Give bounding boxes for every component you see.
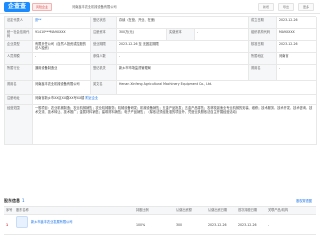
info-row: 注册地址 河南省新乡市XX区XX路XX号XX楼 附近企业	[5, 95, 317, 105]
label-industry: 所属行业	[5, 65, 33, 81]
shareholders-count: 1	[22, 198, 25, 203]
value-approved: 2023-12-26	[277, 41, 317, 53]
label-status: 登记状态	[91, 17, 117, 29]
label-paid-capital: 实缴资本	[167, 29, 195, 41]
value-credit-code: 91410***MA9XXXX	[33, 29, 91, 41]
app-logo: 企查查	[4, 2, 30, 12]
label-scope: 经营范围	[5, 105, 33, 145]
label-term: 营业期限	[91, 41, 117, 53]
col-date2: 首次持股日期	[236, 207, 266, 215]
value-paid-capital: -	[195, 29, 249, 41]
label-capital: 注册资本	[91, 29, 117, 41]
col-date1: 认缴出资日期	[206, 207, 236, 215]
label-insured: 参保人数	[91, 53, 117, 65]
top-bar: 企查查 风险企业 河南鑫丰农业机械设备有限公司 新增 导出 更多	[0, 0, 320, 14]
top-actions: 新增 导出 更多	[257, 3, 314, 11]
shareholders-title-text: 股东信息	[4, 198, 20, 203]
value-insured: -	[117, 53, 249, 65]
label-alias: 曾用名	[5, 81, 33, 95]
value-established: 2023-12-26	[277, 17, 317, 29]
row-amount: 300	[174, 215, 206, 235]
label-english-name: 英文名	[91, 81, 117, 95]
label-credit-code: 统一社会信用代码	[5, 29, 33, 41]
company-cell: 新乡市鑫丰农业发展有限公司	[16, 216, 132, 228]
col-amount: 认缴出资额	[174, 207, 206, 215]
info-row: 曾用名 河南鑫丰农业机械设备有限公司 英文名 Henan Xinfeng Agr…	[5, 81, 317, 95]
value-scope: 一般项目：农业机械制造；农业机械销售；农业机械服务；机械设备研发；机械设备销售；…	[33, 105, 317, 145]
value-org-code: MA9XXXX	[277, 29, 317, 41]
table-row: 1 新乡市鑫丰农业发展有限公司 100% 300 2023-12-26 2023…	[4, 215, 316, 235]
row-date2: 2023-12-26	[236, 215, 266, 235]
risk-tag: 风险企业	[32, 3, 53, 11]
company-name-link[interactable]: 新乡市鑫丰农业发展有限公司	[31, 220, 72, 224]
table-header-row: 序号 股东名称 持股比例 认缴出资额 认缴出资日期 首次持股日期 关联产品/机构	[4, 207, 316, 215]
page-title: 河南鑫丰农业机械设备有限公司	[72, 5, 117, 9]
label-org-code: 组织机构代码	[249, 29, 277, 41]
business-info-table: 法定代表人 张** 登记状态 存续（在营、开业、在册） 成立日期 2023-12…	[4, 16, 317, 145]
value-english-name: Henan Xinfeng Agricultural Machinery Equ…	[117, 81, 317, 95]
info-row: 经营范围 一般项目：农业机械制造；农业机械销售；农业机械服务；机械设备研发；机械…	[5, 105, 317, 145]
action-button-2[interactable]: 导出	[277, 3, 294, 11]
label-staff-size: 人员规模	[5, 53, 33, 65]
col-ratio: 持股比例	[134, 207, 174, 215]
row-ratio: 100%	[134, 215, 174, 235]
nearby-link[interactable]: 附近企业	[85, 96, 98, 100]
info-row: 企业类型 有限责任公司（自然人投资或控股的法人独资） 营业期限 2023-12-…	[5, 41, 317, 53]
label-approved: 核准日期	[249, 41, 277, 53]
value-capital: 300万(元)	[117, 29, 167, 41]
shareholders-title: 股东信息 1	[4, 198, 25, 204]
label-company-type: 企业类型	[5, 41, 33, 53]
value-legal-rep[interactable]: 张**	[33, 17, 91, 29]
action-button-1[interactable]: 新增	[257, 3, 274, 11]
col-related: 关联产品/机构	[266, 207, 316, 215]
value-authority: 新乡市市场监督管理局	[117, 65, 249, 81]
value-industry: 通用设备制造业	[33, 65, 91, 81]
value-company-type: 有限责任公司（自然人投资或控股的法人独资）	[33, 41, 91, 53]
address-text: 河南省新乡市XX区XX路XX号XX楼	[35, 96, 85, 100]
company-logo-icon	[16, 216, 28, 228]
value-address: 河南省新乡市XX区XX路XX号XX楼 附近企业	[33, 95, 317, 105]
value-term: 2023-12-26 至 无固定期限	[117, 41, 249, 53]
info-row: 法定代表人 张** 登记状态 存续（在营、开业、在册） 成立日期 2023-12…	[5, 17, 317, 29]
label-former-name: 曾用名	[249, 65, 277, 81]
row-related: -	[266, 215, 316, 235]
shareholders-table: 序号 股东名称 持股比例 认缴出资额 认缴出资日期 首次持股日期 关联产品/机构…	[4, 206, 316, 235]
value-region: 河南省	[277, 53, 317, 65]
value-status: 存续（在营、开业、在册）	[117, 17, 249, 29]
row-date1: 2023-12-26	[206, 215, 236, 235]
label-authority: 登记机关	[91, 65, 117, 81]
equity-chart-link[interactable]: 股权穿透图	[296, 198, 312, 203]
col-index: 序号	[4, 207, 14, 215]
info-row: 统一社会信用代码 91410***MA9XXXX 注册资本 300万(元) 实缴…	[5, 29, 317, 41]
label-established: 成立日期	[249, 17, 277, 29]
value-former-name: -	[277, 65, 317, 81]
value-staff-size: -	[33, 53, 91, 65]
col-name: 股东名称	[14, 207, 134, 215]
value-alias: 河南鑫丰农业机械设备有限公司	[33, 81, 91, 95]
row-company: 新乡市鑫丰农业发展有限公司	[14, 215, 134, 235]
info-row: 所属行业 通用设备制造业 登记机关 新乡市市场监督管理局 曾用名 -	[5, 65, 317, 81]
action-button-3[interactable]: 更多	[297, 3, 314, 11]
info-row: 人员规模 - 参保人数 - 所属地区 河南省	[5, 53, 317, 65]
label-address: 注册地址	[5, 95, 33, 105]
label-region: 所属地区	[249, 53, 277, 65]
label-legal-rep: 法定代表人	[5, 17, 33, 29]
row-index: 1	[4, 215, 14, 235]
